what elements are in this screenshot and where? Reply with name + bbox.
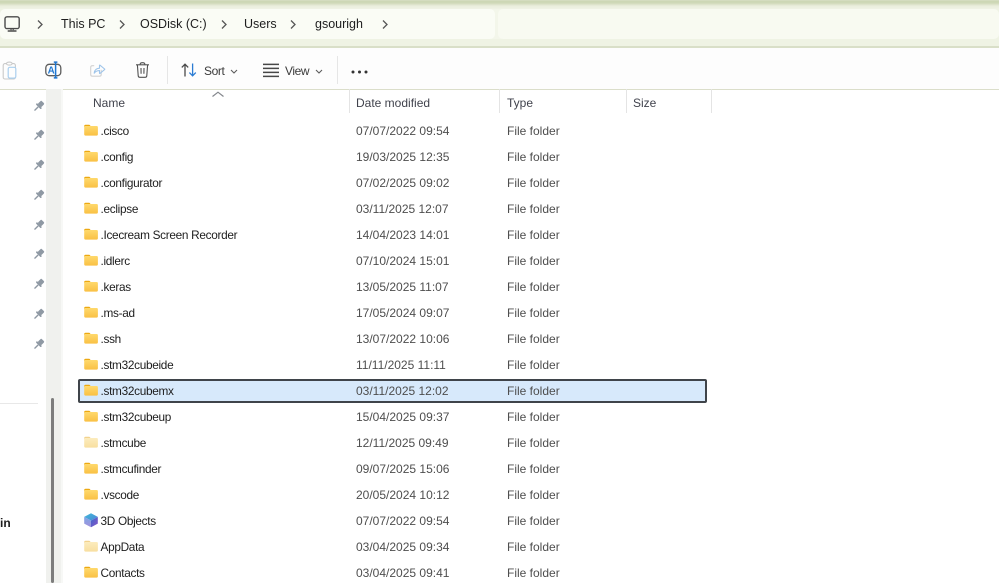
svg-text:A: A xyxy=(48,65,55,76)
